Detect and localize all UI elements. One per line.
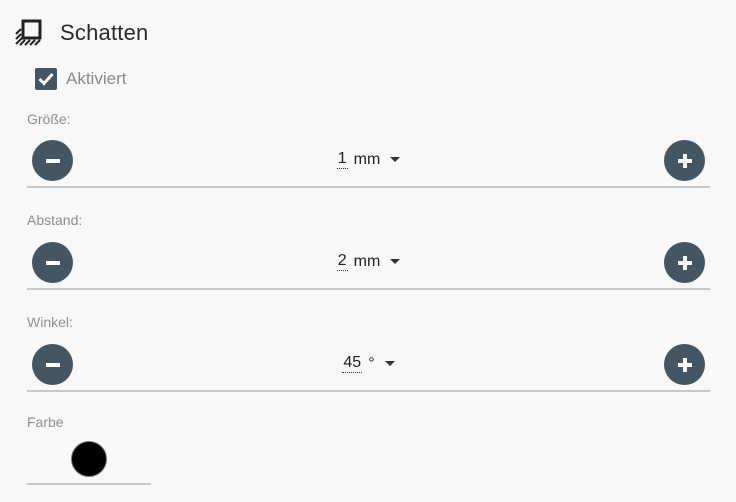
shadow-icon bbox=[15, 19, 42, 46]
enabled-label: Aktiviert bbox=[66, 69, 127, 88]
color-picker[interactable] bbox=[27, 437, 151, 485]
color-swatch[interactable] bbox=[71, 441, 107, 477]
angle-label: Winkel: bbox=[27, 314, 73, 330]
distance-label: Abstand: bbox=[27, 212, 83, 228]
size-value-input[interactable]: 1 bbox=[336, 150, 348, 169]
size-increase-button[interactable] bbox=[664, 140, 705, 181]
distance-unit: mm bbox=[353, 252, 381, 270]
plus-icon bbox=[677, 357, 692, 372]
enabled-checkbox-row[interactable]: Aktiviert bbox=[35, 68, 126, 90]
size-label: Größe: bbox=[27, 111, 71, 127]
checkmark-icon bbox=[38, 72, 54, 86]
angle-stepper: 45 ° bbox=[27, 344, 710, 392]
size-unit-dropdown[interactable]: 1 mm bbox=[336, 150, 401, 169]
distance-value-input[interactable]: 2 bbox=[336, 252, 348, 271]
size-stepper: 1 mm bbox=[27, 140, 710, 188]
angle-value-input[interactable]: 45 bbox=[342, 354, 363, 373]
color-label: Farbe bbox=[27, 414, 64, 430]
distance-stepper: 2 mm bbox=[27, 242, 710, 290]
section-title: Schatten bbox=[60, 20, 149, 45]
plus-icon bbox=[677, 153, 692, 168]
distance-unit-dropdown[interactable]: 2 mm bbox=[336, 252, 401, 271]
size-unit: mm bbox=[353, 150, 381, 168]
chevron-down-icon bbox=[390, 157, 401, 162]
plus-icon bbox=[677, 255, 692, 270]
chevron-down-icon bbox=[384, 361, 395, 366]
angle-increase-button[interactable] bbox=[664, 344, 705, 385]
chevron-down-icon bbox=[390, 259, 401, 264]
angle-unit-dropdown[interactable]: 45 ° bbox=[342, 354, 395, 373]
enabled-checkbox[interactable] bbox=[35, 68, 57, 90]
distance-increase-button[interactable] bbox=[664, 242, 705, 283]
angle-unit: ° bbox=[368, 354, 375, 372]
section-header: Schatten bbox=[14, 16, 148, 50]
